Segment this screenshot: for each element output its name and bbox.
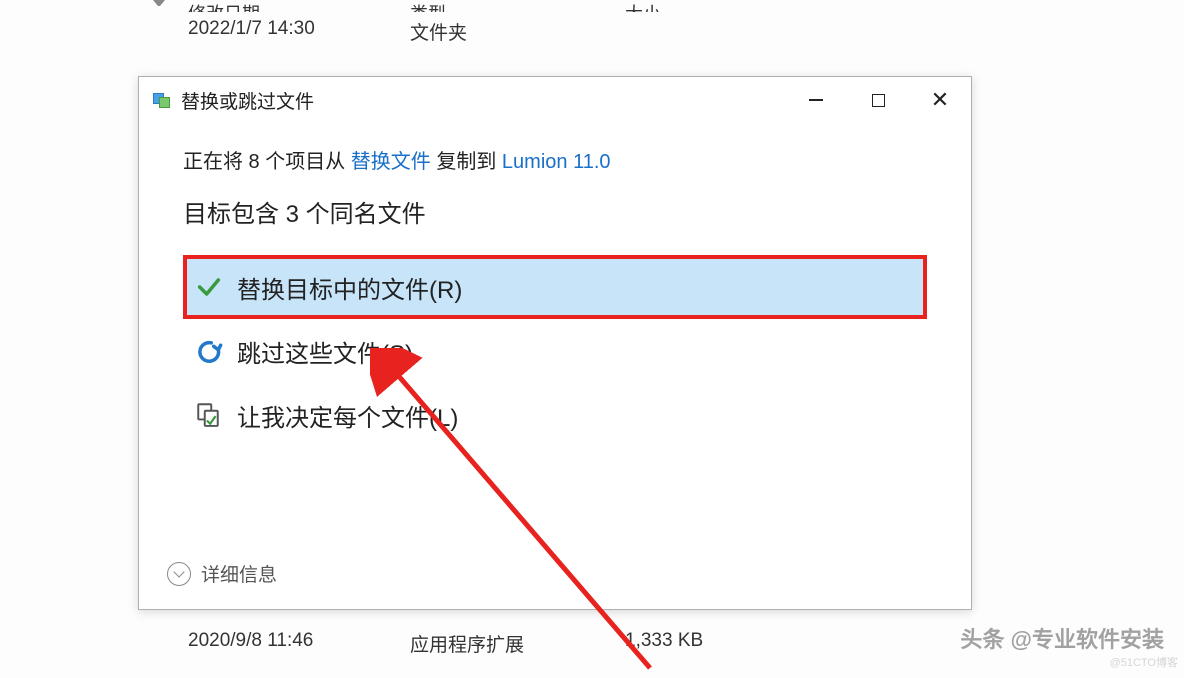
- explorer-row[interactable]: 2020/9/8 11:46 应用程序扩展 1,333 KB: [188, 630, 805, 657]
- skip-icon: [195, 337, 223, 365]
- chevron-down-icon: [167, 562, 191, 586]
- copy-source-link[interactable]: 替换文件: [351, 151, 431, 173]
- maximize-button[interactable]: [847, 77, 909, 123]
- replace-or-skip-dialog: 替换或跳过文件 ✕ 正在将 8 个项目从 替换文件 复制到 Lumion 11.…: [138, 76, 972, 610]
- cell-date: 2022/1/7 14:30: [188, 18, 410, 45]
- copy-progress-text: 正在将 8 个项目从 替换文件 复制到 Lumion 11.0: [183, 145, 927, 174]
- check-icon: [195, 273, 223, 301]
- explorer-column-headers: 修改日期 类型 大小: [188, 0, 1184, 12]
- details-label: 详细信息: [201, 560, 277, 587]
- conflict-heading: 目标包含 3 个同名文件: [183, 194, 927, 229]
- cell-date: 2020/9/8 11:46: [188, 630, 410, 657]
- option-skip[interactable]: 跳过这些文件(S): [183, 319, 927, 383]
- compare-icon: [195, 401, 223, 429]
- close-button[interactable]: ✕: [909, 77, 971, 123]
- dialog-titlebar[interactable]: 替换或跳过文件 ✕: [139, 77, 971, 123]
- copy-middle: 复制到: [431, 151, 502, 173]
- watermark-51cto: @51CTO博客: [1110, 654, 1178, 670]
- window-controls: ✕: [785, 77, 971, 123]
- copy-icon: [153, 93, 171, 107]
- file-explorer-background: 修改日期 类型 大小 2022/1/7 14:30 文件夹: [0, 0, 1184, 55]
- dialog-body: 正在将 8 个项目从 替换文件 复制到 Lumion 11.0 目标包含 3 个…: [139, 123, 971, 447]
- option-decide-label: 让我决定每个文件(L): [237, 398, 915, 433]
- cell-size: [625, 18, 805, 45]
- minimize-button[interactable]: [785, 77, 847, 123]
- col-header-type[interactable]: 类型: [410, 0, 625, 12]
- col-header-size[interactable]: 大小: [625, 0, 805, 12]
- copy-prefix: 正在将 8 个项目从: [183, 151, 351, 173]
- option-replace-label: 替换目标中的文件(R): [237, 270, 915, 305]
- cell-type: 文件夹: [410, 18, 625, 45]
- col-header-date[interactable]: 修改日期: [188, 0, 410, 12]
- details-toggle[interactable]: 详细信息: [167, 560, 277, 587]
- option-replace[interactable]: 替换目标中的文件(R): [183, 255, 927, 319]
- watermark-toutiao: 头条 @专业软件安装: [960, 622, 1164, 654]
- copy-target-link[interactable]: Lumion 11.0: [502, 151, 611, 173]
- option-decide[interactable]: 让我决定每个文件(L): [183, 383, 927, 447]
- explorer-row[interactable]: 2022/1/7 14:30 文件夹: [188, 12, 1184, 55]
- cell-size: 1,333 KB: [625, 630, 805, 657]
- option-skip-label: 跳过这些文件(S): [237, 334, 915, 369]
- cell-type: 应用程序扩展: [410, 630, 625, 657]
- dialog-title: 替换或跳过文件: [181, 87, 314, 114]
